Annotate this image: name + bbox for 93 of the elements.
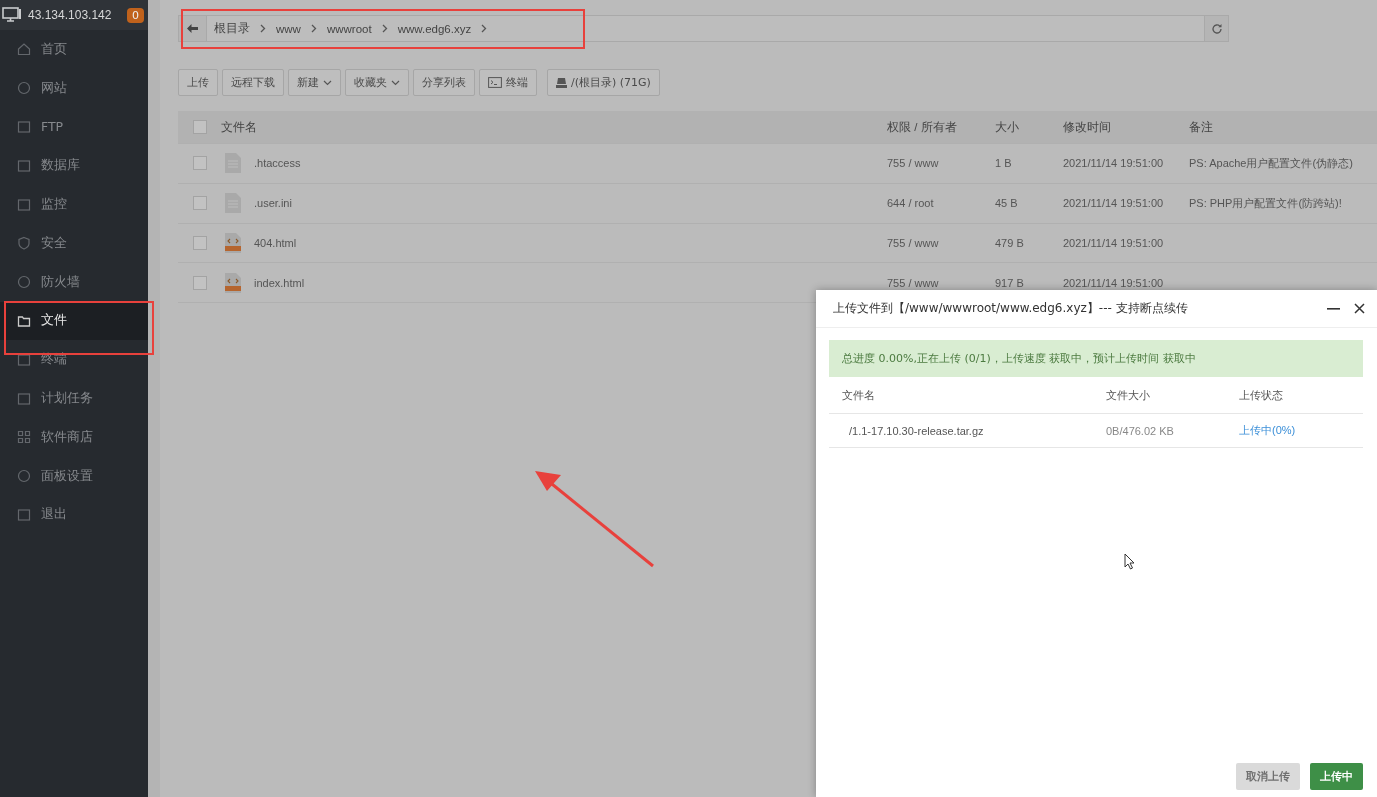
terminal-icon [488,77,502,88]
breadcrumb-link[interactable]: 根目录 [214,21,250,36]
sidebar-item[interactable]: 防火墙 [0,262,148,302]
file-name[interactable]: index.html [254,276,305,289]
upload-status: 上传中(0%) [1239,423,1296,438]
table-cell-text: 1 B [995,157,1013,170]
table-cell-text: 2021/11/14 19:51:00 [1063,276,1165,289]
progress-message: 总进度 0.00%,正在上传 (0/1)，上传速度 获取中，预计上传时间 获取中 [829,340,1363,377]
sidebar-item[interactable]: 面板设置 [0,456,148,496]
path-bar[interactable]: 根目录 www wwwroot www.edg6.xyz [178,15,1229,42]
back-arrow-icon [187,24,198,33]
menu-item-icon [17,158,31,173]
row-checkbox[interactable] [192,196,207,211]
sidebar-item[interactable]: 安全 [0,224,148,263]
toolbar-button[interactable]: /(根目录) (71G) [547,69,660,96]
sidebar-item[interactable]: 监控 [0,185,148,224]
toolbar-button[interactable]: 上传 [178,69,218,96]
back-button[interactable] [179,16,207,41]
table-cell: PS: Apache用户配置文件(伪静态) [1189,156,1353,169]
breadcrumb-link[interactable]: www [276,22,301,35]
row-checkbox[interactable] [192,236,207,250]
table-cell-text: /1.1-17.10.30-release.tar.gz [848,424,985,437]
dialog-title: 上传文件到【/www/wwwroot/www.edg6.xyz】--- 支持断点续传 [833,300,1188,317]
column-header[interactable]: 大小 [995,119,1063,135]
mouse-cursor-icon [1124,553,1135,570]
table-cell-text: 0B/476.02 KB [1106,424,1175,437]
menu-item-icon [17,275,31,290]
menu-item-icon [17,81,31,96]
toolbar-button[interactable]: 收藏夹 [345,69,409,96]
sidebar-item[interactable]: FTP [0,107,148,147]
caret-icon [391,79,400,86]
sidebar-item[interactable]: 数据库 [0,146,148,186]
caret-icon [323,79,332,86]
refresh-icon [1210,22,1223,35]
table-cell-text: 45 B [995,197,1019,210]
html-file-icon [225,272,241,293]
sidebar-item[interactable]: 退出 [0,495,148,535]
dialog-button[interactable]: 上传中 [1310,763,1363,790]
sidebar-item[interactable]: 计划任务 [0,379,148,418]
breadcrumb-link[interactable]: www.edg6.xyz [397,22,472,35]
menu-item-icon [17,197,31,212]
sidebar-item[interactable]: 网站 [0,68,148,108]
menu-item-icon [17,507,31,522]
toolbar-button[interactable]: 终端 [479,69,537,96]
select-all-checkbox[interactable] [192,120,207,134]
column-header: 上传状态 [1239,387,1283,403]
file-name[interactable]: .user.ini [254,197,292,210]
toolbar-button[interactable]: 远程下载 [222,69,284,96]
table-cell-text: 2021/11/14 19:51:00 [1063,237,1165,249]
table-cell: PS: PHP用户配置文件(防跨站)! [1189,196,1342,209]
column-header[interactable]: 修改时间 [1063,119,1189,135]
column-header[interactable]: 文件名 [221,119,887,135]
server-ip: 43.134.103.142 [28,8,113,22]
column-header[interactable]: 权限 / 所有者 [887,119,995,135]
sidebar-item[interactable]: 首页 [0,30,148,69]
table-cell-text: 755 / www [887,237,940,249]
column-header: 文件名 [841,387,876,403]
chevron-icon [260,24,266,33]
sidebar-item[interactable]: 软件商店 [0,417,148,457]
menu-item-icon [17,42,31,57]
file-name[interactable]: .htaccess [254,157,301,170]
monitor-icon [2,7,22,23]
refresh-button[interactable] [1204,16,1228,41]
menu-item-icon [17,391,31,406]
sidebar-item[interactable]: 文件 [0,301,148,341]
breadcrumb-link[interactable]: wwwroot [326,22,372,35]
column-header[interactable]: 备注 [1189,119,1377,135]
file-name[interactable]: 404.html [254,237,297,249]
disk-icon [556,77,567,88]
notification-badge[interactable]: 0 [127,7,144,23]
chevron-icon [310,24,317,33]
row-checkbox[interactable] [192,156,207,171]
table-cell-text: 479 B [995,237,1025,249]
menu-item-icon [17,120,31,134]
table-cell-text: 755 / www [887,276,940,289]
toolbar-button[interactable]: 分享列表 [413,69,475,96]
menu-item-icon [17,430,31,445]
column-header: 文件大小 [1106,387,1151,403]
menu-item-icon [17,352,31,367]
chevron-icon [381,24,388,33]
toolbar-button[interactable]: 新建 [288,69,341,96]
html-file-icon [225,233,241,253]
menu-item-icon [17,236,31,251]
chevron-icon [481,24,488,33]
menu-item-icon [17,313,31,328]
menu-item-icon [17,469,31,484]
table-cell-text: 644 / root [887,197,935,210]
close-button[interactable] [1352,301,1367,316]
table-cell-text: 755 / www [887,157,940,170]
table-cell-text: 2021/11/14 19:51:00 [1063,157,1165,170]
table-cell-text: 917 B [995,276,1025,289]
row-checkbox[interactable] [192,275,207,290]
table-cell-text: 2021/11/14 19:51:00 [1063,197,1165,210]
